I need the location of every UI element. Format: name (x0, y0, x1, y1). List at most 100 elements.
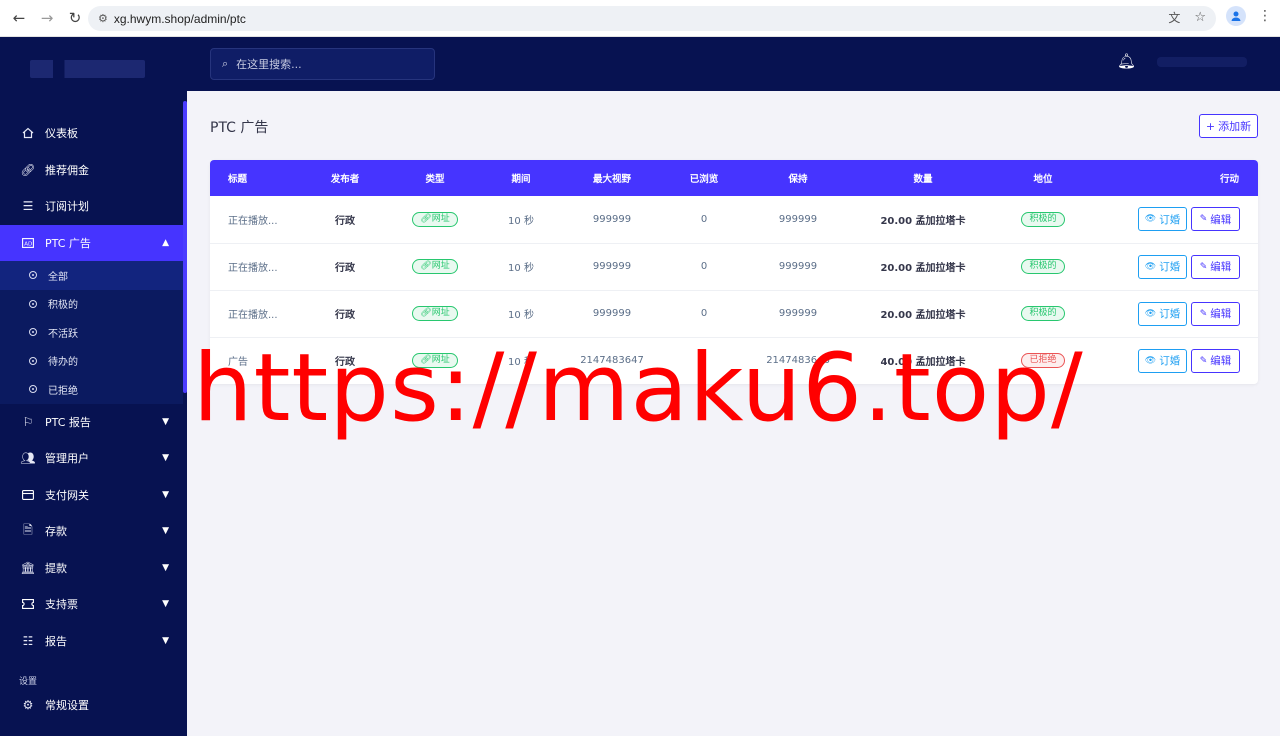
ad-title: 正在播放... (228, 263, 278, 274)
edit-button[interactable]: ✎ 编辑 (1191, 301, 1240, 326)
reload-icon[interactable]: ↻ (62, 5, 88, 31)
ad-status-cell: 积极的 (996, 290, 1090, 337)
submenu-item-label: 全部 (48, 271, 68, 283)
ad-publisher: 行政 (335, 263, 355, 274)
sidebar-item-withdrawals[interactable]: 🏛︎ 提款 ▼ (0, 550, 183, 587)
search-input[interactable]: ⌕ 在这里搜索... (210, 48, 435, 80)
ad-type-cell: 🔗︎网址 (390, 196, 480, 243)
edit-button[interactable]: ✎ 编辑 (1191, 254, 1240, 279)
users-icon: 👥︎ (20, 451, 36, 466)
svg-text:AD: AD (24, 241, 32, 247)
view-label: 订婚 (1159, 261, 1181, 273)
ad-duration: 10 秒 (508, 215, 534, 227)
sidebar-item-dashboard[interactable]: 仪表板 (0, 115, 183, 152)
user-menu[interactable] (1157, 57, 1247, 67)
sidebar: 仪表板 🔗︎ 推荐佣金 ☰ 订阅计划 AD PTC 广告 ▲ 全部 积极的 不活… (0, 37, 187, 736)
ad-amount: 20.00 孟加拉塔卡 (880, 215, 966, 227)
ptc-submenu: 全部 积极的 不活跃 待办的 已拒绝 (0, 261, 183, 404)
profile-avatar-icon[interactable] (1226, 6, 1246, 26)
sidebar-item-support[interactable]: 支持票 ▼ (0, 586, 183, 623)
list-icon: ☷ (22, 633, 34, 648)
chevron-down-icon: ▼ (162, 416, 169, 427)
chevron-down-icon: ▼ (162, 635, 169, 646)
browser-menu-icon[interactable]: ⋮ (1258, 8, 1272, 24)
sidebar-scrollbar[interactable] (183, 101, 187, 393)
type-badge: 🔗︎网址 (412, 259, 458, 274)
sidebar-item-label: 推荐佣金 (45, 163, 89, 177)
link-icon: 🔗︎ (20, 162, 36, 177)
sidebar-section-settings: 设置 (19, 677, 38, 687)
sidebar-item-general-settings[interactable]: ⚙ 常规设置 (0, 687, 183, 724)
sidebar-menu: 仪表板 🔗︎ 推荐佣金 ☰ 订阅计划 AD PTC 广告 ▲ 全部 积极的 不活… (0, 115, 183, 724)
ad-status-cell: 积极的 (996, 243, 1090, 290)
eye-icon: 👁︎ (1144, 261, 1157, 272)
view-button[interactable]: 👁︎ 订婚 (1138, 348, 1187, 373)
pencil-icon: ✎ (1199, 308, 1208, 319)
ad-publisher: 行政 (335, 215, 355, 227)
edit-button[interactable]: ✎ 编辑 (1191, 207, 1240, 232)
submenu-item-pending[interactable]: 待办的 (0, 347, 183, 376)
ad-status-cell: 积极的 (996, 196, 1090, 243)
link-icon: 🔗︎ (420, 213, 432, 224)
type-label: 网址 (431, 308, 450, 318)
sidebar-item-users[interactable]: 👥︎ 管理用户 ▼ (0, 440, 183, 477)
site-info-icon[interactable]: ⚙ (98, 12, 108, 25)
view-button[interactable]: 👁︎ 订婚 (1138, 207, 1187, 232)
sidebar-item-label: 仪表板 (45, 127, 78, 141)
type-label: 网址 (431, 213, 450, 224)
ticket-icon (21, 597, 35, 611)
view-button[interactable]: 👁︎ 订婚 (1138, 301, 1187, 326)
search-placeholder: 在这里搜索... (236, 58, 302, 71)
sidebar-item-reports[interactable]: ☷ 报告 ▼ (0, 623, 183, 660)
url-text: xg.hwym.shop/admin/ptc (113, 11, 246, 26)
submenu-item-inactive[interactable]: 不活跃 (0, 318, 183, 347)
brand-logo[interactable] (0, 37, 187, 101)
translate-icon[interactable]: 文 (1168, 9, 1180, 26)
sidebar-item-ptc-ads[interactable]: AD PTC 广告 ▲ (0, 224, 183, 261)
submenu-item-all[interactable]: 全部 (0, 261, 183, 290)
edit-label: 编辑 (1210, 213, 1232, 226)
edit-button[interactable]: ✎ 编辑 (1191, 348, 1240, 373)
chevron-down-icon: ▼ (162, 599, 169, 610)
submenu-item-rejected[interactable]: 已拒绝 (0, 375, 183, 404)
column-header: 最大视野 (592, 174, 631, 185)
circle-dot-icon (29, 271, 37, 280)
chevron-down-icon: ▼ (162, 453, 169, 464)
submenu-item-active[interactable]: 积极的 (0, 290, 183, 319)
address-bar[interactable]: ⚙ xg.hwym.shop/admin/ptc 文 ☆ (88, 6, 1216, 31)
notification-bell-icon[interactable]: 🔔︎ (1117, 52, 1136, 70)
column-header: 期间 (511, 174, 531, 185)
sidebar-item-deposits[interactable]: 🗎︎ 存款 ▼ (0, 513, 183, 550)
submenu-item-label: 积极的 (48, 300, 78, 312)
back-icon[interactable]: ← (6, 5, 32, 31)
edit-label: 编辑 (1210, 355, 1232, 368)
edit-label: 编辑 (1210, 308, 1232, 320)
ad-actions: 👁︎ 订婚 ✎ 编辑 (1090, 290, 1258, 337)
sidebar-item-referral[interactable]: 🔗︎ 推荐佣金 (0, 152, 183, 189)
sidebar-item-plans[interactable]: ☰ 订阅计划 (0, 188, 183, 225)
bookmark-star-icon[interactable]: ☆ (1194, 10, 1206, 25)
add-new-button[interactable]: + 添加新 (1199, 114, 1258, 138)
top-navbar: ⌕ 在这里搜索... 🔔︎ (187, 37, 1280, 91)
submenu-item-label: 已拒绝 (48, 385, 78, 397)
circle-dot-icon (29, 356, 37, 365)
sidebar-item-ptc-report[interactable]: ⚐ PTC 报告 ▼ (0, 404, 183, 441)
view-button[interactable]: 👁︎ 订婚 (1138, 254, 1187, 279)
ad-actions: 👁︎ 订婚 ✎ 编辑 (1090, 196, 1258, 243)
card-icon (21, 488, 35, 502)
sidebar-item-gateways[interactable]: 支付网关 ▼ (0, 477, 183, 514)
column-header: 数量 (913, 174, 933, 185)
sidebar-item-label: 常规设置 (45, 699, 89, 713)
table-row: 正在播放... 行政 🔗︎网址 10 秒 999999 0 999999 20.00 孟加拉塔… (210, 243, 1258, 290)
forward-icon[interactable]: → (34, 5, 60, 31)
browser-toolbar: ← → ↻ ⚙ xg.hwym.shop/admin/ptc 文 ☆ ⋮ (0, 0, 1280, 37)
sidebar-item-label: 提款 (45, 561, 67, 575)
pencil-icon: ✎ (1199, 214, 1208, 225)
circle-dot-icon (29, 328, 37, 337)
ad-title: 正在播放... (228, 310, 278, 321)
view-label: 订婚 (1159, 213, 1181, 226)
pencil-icon: ✎ (1199, 355, 1208, 366)
ad-viewed: 0 (700, 213, 708, 225)
sidebar-item-label: 管理用户 (45, 452, 89, 466)
status-badge: 积极的 (1021, 306, 1065, 321)
